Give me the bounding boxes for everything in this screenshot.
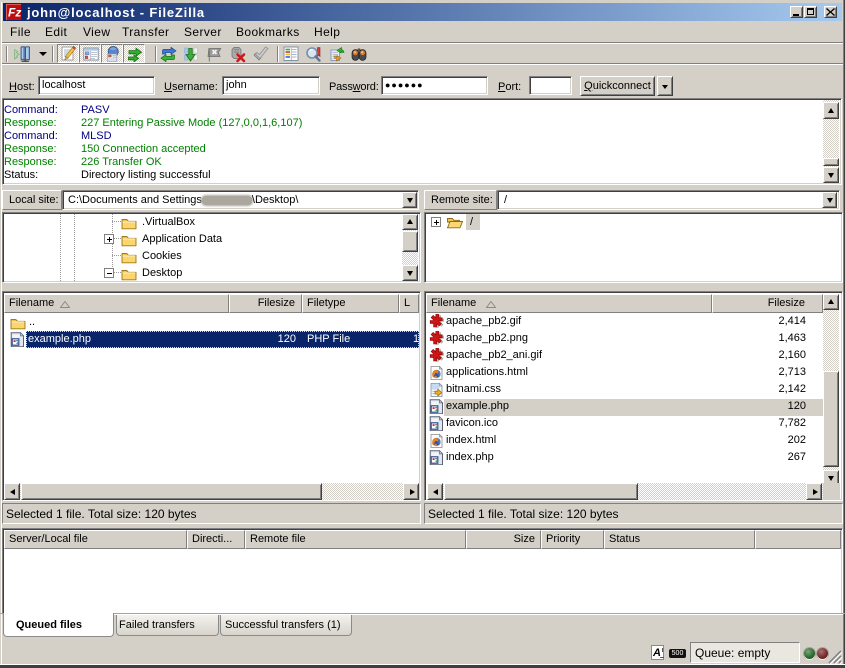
svg-text:Fz: Fz	[8, 6, 21, 20]
